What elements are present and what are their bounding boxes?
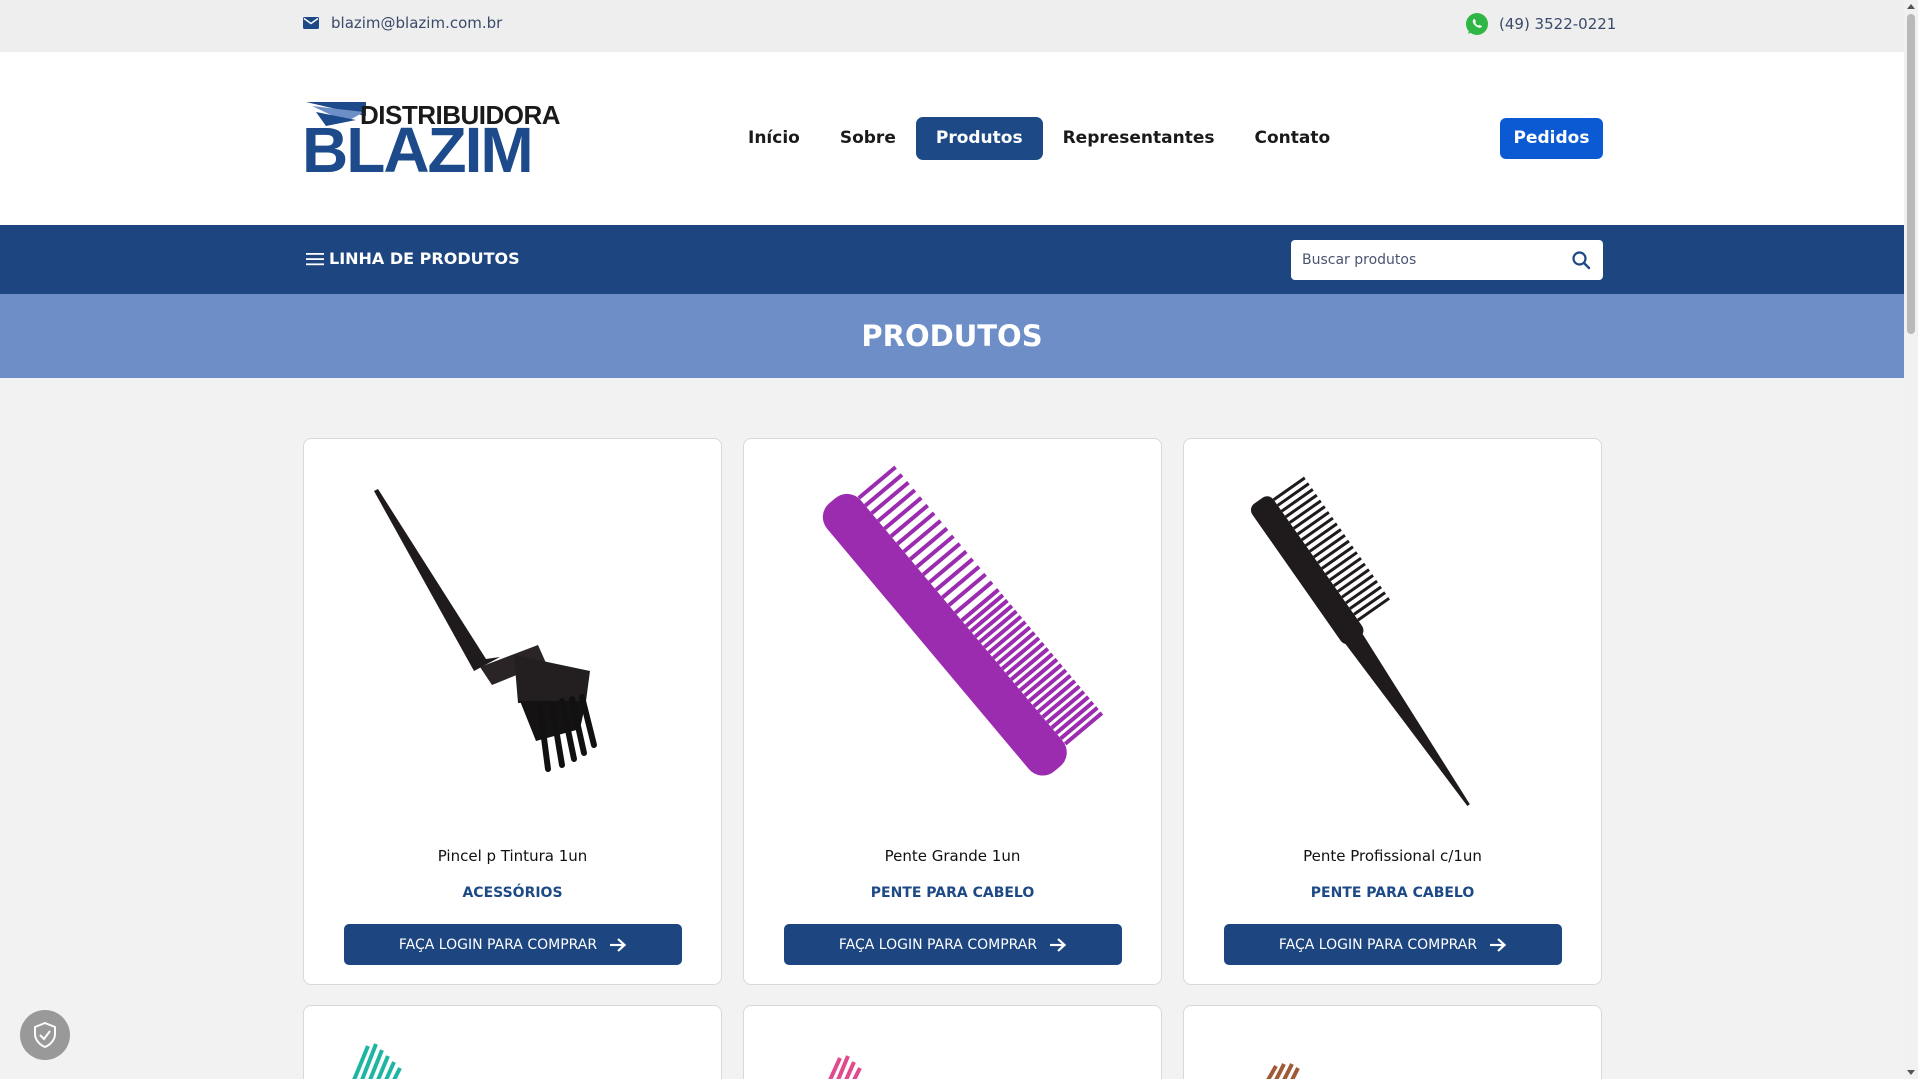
product-card: Pente Profissional c/1un PENTE PARA CABE…: [1183, 438, 1602, 985]
login-to-buy-label: FAÇA LOGIN PARA COMPRAR: [398, 936, 598, 953]
top-contact-bar: blazim@blazim.com.br (49) 3522-0221: [0, 0, 1904, 52]
hamburger-icon: [306, 252, 324, 265]
product-card: [1183, 1005, 1602, 1079]
product-name[interactable]: Pincel p Tintura 1un: [304, 847, 721, 865]
product-name[interactable]: Pente Profissional c/1un: [1184, 847, 1601, 865]
mail-icon: [303, 17, 319, 29]
search-box: [1291, 240, 1603, 280]
product-category[interactable]: PENTE PARA CABELO: [1184, 885, 1601, 901]
whatsapp-contact[interactable]: (49) 3522-0221: [1465, 12, 1616, 36]
nav-produtos[interactable]: Produtos: [915, 117, 1043, 160]
product-card: [743, 1005, 1162, 1079]
arrow-right-icon: [1050, 937, 1067, 952]
product-category[interactable]: ACESSÓRIOS: [304, 885, 721, 901]
email-contact[interactable]: blazim@blazim.com.br: [303, 14, 502, 32]
login-to-buy-button[interactable]: FAÇA LOGIN PARA COMPRAR: [1224, 924, 1562, 965]
whatsapp-icon: [1466, 13, 1488, 35]
blazim-logo[interactable]: DISTRIBUIDORA BLAZIM: [302, 100, 561, 186]
product-image-brown-comb[interactable]: [1184, 1006, 1601, 1079]
search-input[interactable]: [1302, 240, 1562, 280]
product-category[interactable]: PENTE PARA CABELO: [744, 885, 1161, 901]
main-nav: Início Sobre Produtos Representantes Con…: [728, 117, 1350, 160]
scroll-down-arrow[interactable]: [1907, 1070, 1915, 1075]
product-name[interactable]: Pente Grande 1un: [744, 847, 1161, 865]
pedidos-button[interactable]: Pedidos: [1500, 118, 1603, 159]
page-title-bar: PRODUTOS: [0, 294, 1904, 378]
product-image-teal-comb[interactable]: [304, 1006, 721, 1079]
nav-representantes[interactable]: Representantes: [1043, 117, 1235, 160]
product-image-tint-brush[interactable]: [304, 439, 721, 819]
login-to-buy-label: FAÇA LOGIN PARA COMPRAR: [838, 936, 1038, 953]
logo-main-text: BLAZIM: [302, 114, 534, 186]
product-image-large-comb[interactable]: [744, 439, 1161, 819]
product-card: Pente Grande 1un PENTE PARA CABELO FAÇA …: [743, 438, 1162, 985]
login-to-buy-button[interactable]: FAÇA LOGIN PARA COMPRAR: [344, 924, 682, 965]
phone-text: (49) 3522-0221: [1499, 15, 1617, 33]
category-bar: LINHA DE PRODUTOS: [0, 225, 1904, 294]
scrollbar-thumb[interactable]: [1907, 14, 1915, 334]
arrow-right-icon: [1490, 937, 1507, 952]
product-image-tail-comb[interactable]: [1184, 439, 1601, 819]
login-to-buy-label: FAÇA LOGIN PARA COMPRAR: [1278, 936, 1478, 953]
scroll-up-arrow[interactable]: [1907, 4, 1915, 9]
product-image-pink-comb[interactable]: [744, 1006, 1161, 1079]
page-scrollbar[interactable]: [1904, 0, 1918, 1079]
nav-contato[interactable]: Contato: [1235, 117, 1351, 160]
privacy-settings-button[interactable]: [20, 1010, 70, 1060]
nav-sobre[interactable]: Sobre: [820, 117, 916, 160]
product-card: Pincel p Tintura 1un ACESSÓRIOS FAÇA LOG…: [303, 438, 722, 985]
search-icon[interactable]: [1571, 250, 1591, 270]
product-card: [303, 1005, 722, 1079]
nav-inicio[interactable]: Início: [728, 117, 820, 160]
email-text: blazim@blazim.com.br: [331, 14, 503, 32]
arrow-right-icon: [610, 937, 627, 952]
login-to-buy-button[interactable]: FAÇA LOGIN PARA COMPRAR: [784, 924, 1122, 965]
site-header: DISTRIBUIDORA BLAZIM Início Sobre Produt…: [0, 52, 1904, 225]
product-line-label: LINHA DE PRODUTOS: [329, 249, 520, 268]
product-line-menu[interactable]: LINHA DE PRODUTOS: [305, 249, 520, 268]
shield-check-icon: [34, 1022, 56, 1048]
page-title: PRODUTOS: [861, 319, 1043, 353]
